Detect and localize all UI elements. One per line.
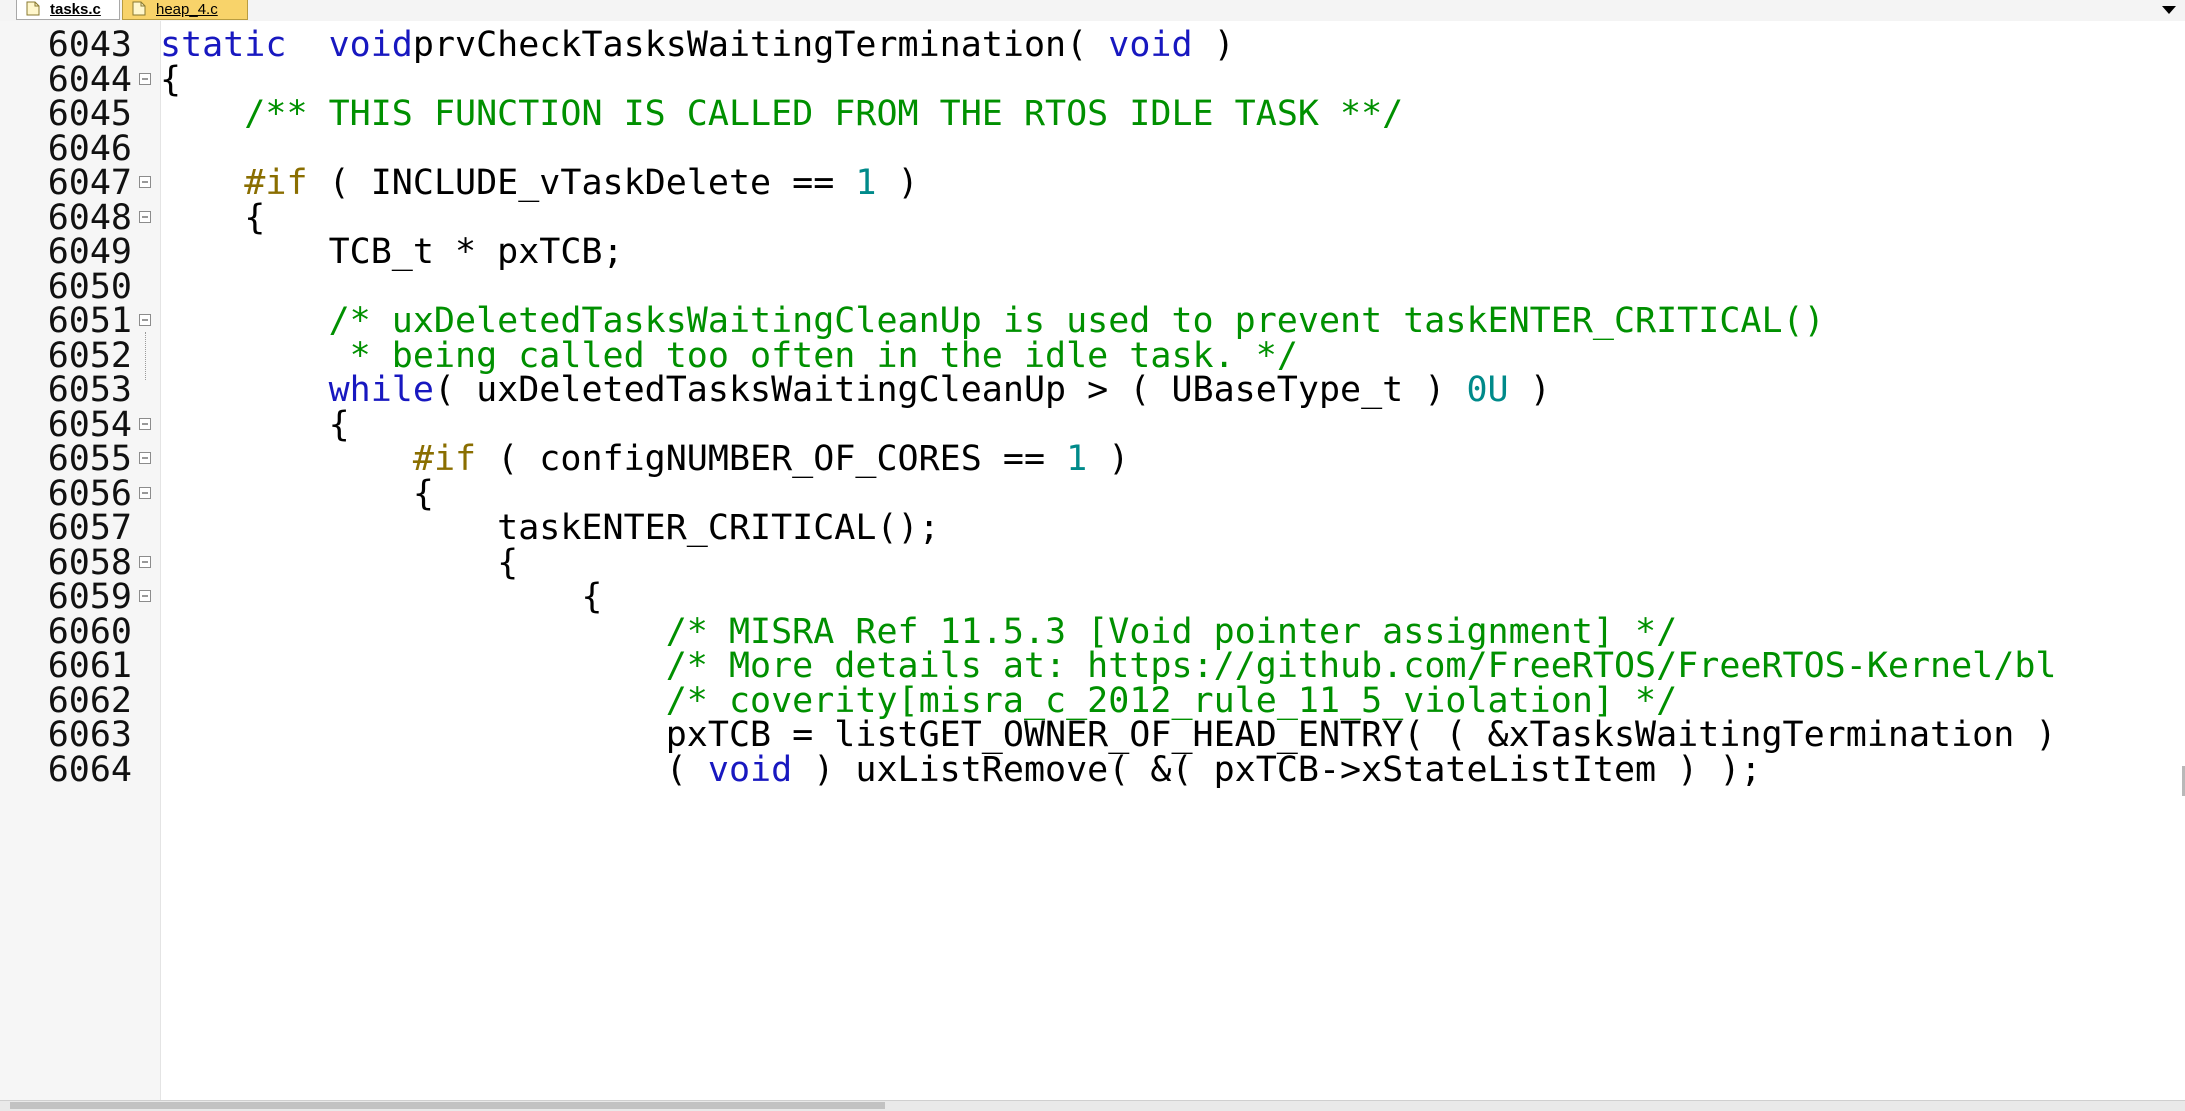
tab-label: heap_4.c bbox=[156, 1, 218, 18]
code-text: ( void ) uxListRemove( &( pxTCB->xStateL… bbox=[160, 746, 1762, 794]
line-number: 6064 bbox=[47, 749, 132, 790]
fold-collapse-icon[interactable] bbox=[139, 555, 151, 568]
code-line[interactable]: 6064 ( void ) uxListRemove( &( pxTCB->xS… bbox=[0, 746, 2185, 794]
fold-collapse-icon[interactable] bbox=[139, 176, 151, 188]
c-file-icon bbox=[26, 1, 40, 16]
code-editor[interactable]: 6043 static voidprvCheckTasksWaitingTermi… bbox=[0, 21, 2185, 1100]
horizontal-scrollbar[interactable] bbox=[0, 1100, 2185, 1111]
fold-collapse-icon[interactable] bbox=[139, 72, 151, 85]
horizontal-scrollbar-thumb[interactable] bbox=[10, 1102, 885, 1109]
tab-heap-4-c[interactable]: heap_4.c bbox=[122, 0, 248, 20]
tab-label: tasks.c bbox=[50, 1, 101, 18]
code-token: ( bbox=[160, 749, 708, 790]
fold-collapse-icon[interactable] bbox=[139, 210, 151, 223]
fold-collapse-icon[interactable] bbox=[139, 314, 151, 326]
c-file-icon bbox=[132, 1, 146, 16]
fold-collapse-icon[interactable] bbox=[139, 486, 151, 499]
fold-collapse-icon[interactable] bbox=[139, 590, 151, 602]
keyword-token: void bbox=[707, 749, 793, 790]
tab-list-dropdown-icon[interactable] bbox=[2157, 3, 2181, 17]
code-token: ) uxListRemove( &( pxTCB->xStateListItem… bbox=[792, 749, 1762, 790]
editor-tab-bar: tasks.c heap_4.c bbox=[0, 0, 2185, 22]
tab-tasks-c[interactable]: tasks.c bbox=[16, 0, 120, 20]
fold-collapse-icon[interactable] bbox=[139, 452, 151, 464]
fold-collapse-icon[interactable] bbox=[139, 417, 151, 430]
